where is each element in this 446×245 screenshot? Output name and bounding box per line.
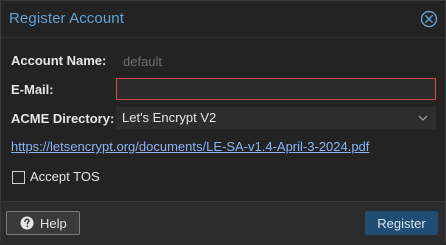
acme-directory-value: Let's Encrypt V2 — [122, 110, 217, 125]
account-name-field — [116, 50, 436, 72]
dialog-title: Register Account — [9, 10, 124, 27]
register-button-label: Register — [377, 216, 426, 231]
help-button[interactable]: Help — [6, 211, 80, 235]
email-field[interactable] — [116, 78, 436, 100]
close-button[interactable] — [420, 10, 438, 28]
chevron-down-icon — [418, 115, 428, 121]
register-account-dialog: Register Account Account Name: E-Mail: A… — [0, 0, 446, 245]
tos-link[interactable]: https://letsencrypt.org/documents/LE-SA-… — [11, 139, 369, 154]
dialog-titlebar: Register Account — [1, 1, 445, 38]
question-circle-icon — [20, 216, 34, 230]
dialog-footer: Help Register — [1, 201, 445, 245]
accept-tos-checkbox[interactable] — [12, 171, 25, 184]
acme-directory-select[interactable]: Let's Encrypt V2 — [116, 107, 436, 129]
account-name-label: Account Name: — [11, 53, 107, 68]
dialog-body: Account Name: E-Mail: ACME Directory: Le… — [1, 38, 445, 201]
register-button[interactable]: Register — [365, 211, 438, 235]
close-icon — [420, 10, 438, 28]
accept-tos-label[interactable]: Accept TOS — [30, 169, 100, 184]
email-label: E-Mail: — [11, 82, 54, 97]
acme-directory-label: ACME Directory: — [11, 111, 115, 126]
help-button-label: Help — [40, 216, 67, 231]
